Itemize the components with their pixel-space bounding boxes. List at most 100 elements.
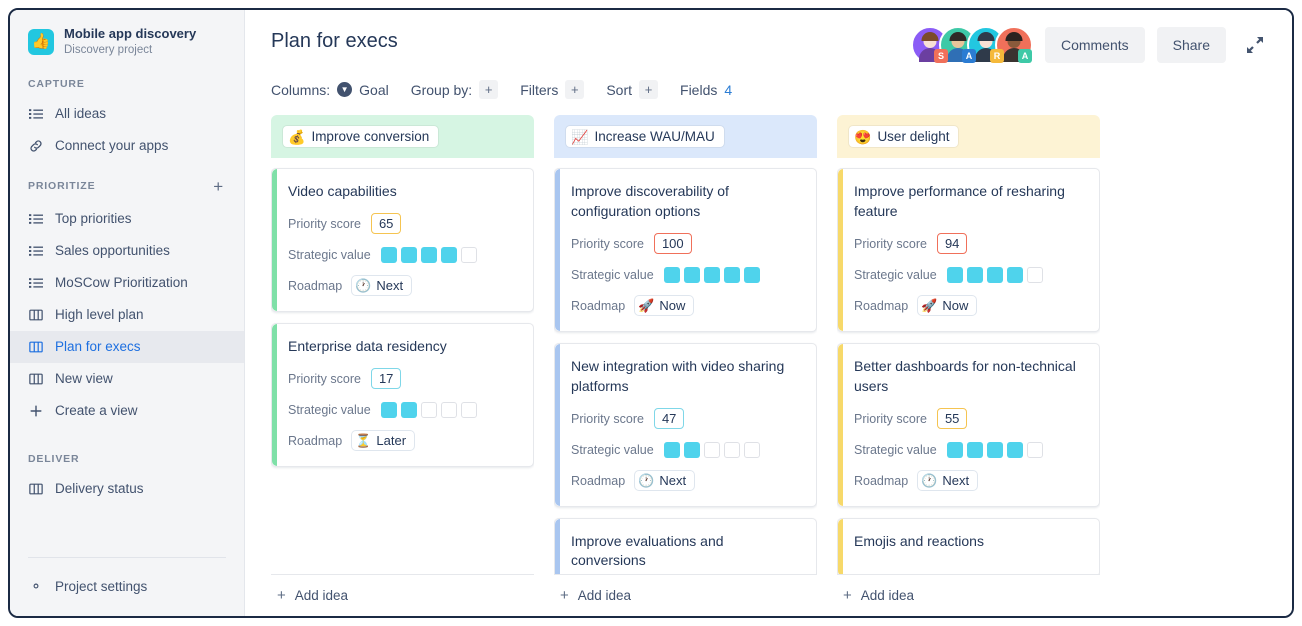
group-by-control[interactable]: Group by: + <box>411 80 498 99</box>
idea-card[interactable]: Better dashboards for non-technical user… <box>837 343 1100 507</box>
strategic-value-square[interactable] <box>947 442 963 458</box>
list-icon <box>28 276 43 290</box>
strategic-value-square[interactable] <box>1027 267 1043 283</box>
roadmap-emoji-icon: ⏳ <box>355 434 371 447</box>
strategic-value-square[interactable] <box>421 402 437 418</box>
strategic-value-scale[interactable] <box>947 267 1043 283</box>
priority-score-label: Priority score <box>854 237 927 251</box>
strategic-value-scale[interactable] <box>947 442 1043 458</box>
strategic-value-square[interactable] <box>401 402 417 418</box>
strategic-value-scale[interactable] <box>381 402 477 418</box>
strategic-value-scale[interactable] <box>381 247 477 263</box>
strategic-value-scale[interactable] <box>664 267 760 283</box>
strategic-value-square[interactable] <box>441 247 457 263</box>
sidebar-item-connect-your-apps[interactable]: Connect your apps <box>10 130 244 162</box>
strategic-value-square[interactable] <box>664 442 680 458</box>
sidebar-item-create-a-view[interactable]: Create a view <box>10 395 244 427</box>
strategic-value-square[interactable] <box>724 267 740 283</box>
idea-card[interactable]: Improve evaluations and conversions <box>554 518 817 575</box>
sidebar-item-high-level-plan[interactable]: High level plan <box>10 299 244 331</box>
strategic-value-square[interactable] <box>947 267 963 283</box>
strategic-value-square[interactable] <box>441 402 457 418</box>
idea-card[interactable]: Enterprise data residencyPriority score1… <box>271 323 534 467</box>
idea-card[interactable]: Improve discoverability of configuration… <box>554 168 817 332</box>
priority-score-value[interactable]: 94 <box>937 233 967 254</box>
roadmap-text: Now <box>659 298 685 313</box>
strategic-value-scale[interactable] <box>664 442 760 458</box>
strategic-value-square[interactable] <box>967 267 983 283</box>
roadmap-value[interactable]: 🕐Next <box>918 471 977 490</box>
sidebar-spacer <box>10 162 244 172</box>
group-by-add-icon[interactable]: + <box>479 80 498 99</box>
strategic-value-square[interactable] <box>987 442 1003 458</box>
sidebar-item-plan-for-execs[interactable]: Plan for execs <box>10 331 244 363</box>
priority-score-value[interactable]: 17 <box>371 368 401 389</box>
add-idea-button[interactable]: +Add idea <box>271 574 534 616</box>
strategic-value-square[interactable] <box>704 267 720 283</box>
avatar-group[interactable]: SARA <box>911 26 1033 64</box>
fields-control[interactable]: Fields 4 <box>680 82 732 98</box>
strategic-value-square[interactable] <box>381 402 397 418</box>
strategic-value-square[interactable] <box>461 247 477 263</box>
sort-add-icon[interactable]: + <box>639 80 658 99</box>
idea-card[interactable]: Video capabilitiesPriority score65Strate… <box>271 168 534 312</box>
priority-score-value[interactable]: 55 <box>937 408 967 429</box>
column-title-chip[interactable]: 📈Increase WAU/MAU <box>566 126 724 147</box>
strategic-value-square[interactable] <box>664 267 680 283</box>
add-idea-button[interactable]: +Add idea <box>837 574 1100 616</box>
comments-button[interactable]: Comments <box>1045 27 1145 63</box>
sidebar-item-top-priorities[interactable]: Top priorities <box>10 203 244 235</box>
column-header[interactable]: 📈Increase WAU/MAU <box>554 115 817 158</box>
column-title-chip[interactable]: 💰Improve conversion <box>283 126 438 147</box>
idea-card[interactable]: New integration with video sharing platf… <box>554 343 817 507</box>
priority-score-value[interactable]: 65 <box>371 213 401 234</box>
strategic-value-square[interactable] <box>744 442 760 458</box>
roadmap-value[interactable]: 🚀Now <box>635 296 693 315</box>
sidebar-item-delivery-status[interactable]: Delivery status <box>10 473 244 505</box>
strategic-value-square[interactable] <box>684 442 700 458</box>
priority-score-value[interactable]: 100 <box>654 233 692 254</box>
sidebar-item-new-view[interactable]: New view <box>10 363 244 395</box>
sidebar-item-moscow-prioritization[interactable]: MoSCow Prioritization <box>10 267 244 299</box>
priority-score-value[interactable]: 47 <box>654 408 684 429</box>
column-header[interactable]: 😍User delight <box>837 115 1100 158</box>
strategic-value-square[interactable] <box>987 267 1003 283</box>
filters-control[interactable]: Filters + <box>520 80 584 99</box>
strategic-value-square[interactable] <box>967 442 983 458</box>
sort-control[interactable]: Sort + <box>606 80 658 99</box>
expand-arrows-icon[interactable] <box>1238 30 1266 60</box>
roadmap-value[interactable]: 🕐 Next <box>352 276 411 295</box>
add-idea-button[interactable]: +Add idea <box>554 574 817 616</box>
roadmap-value[interactable]: ⏳Later <box>352 431 414 450</box>
strategic-value-square[interactable] <box>461 402 477 418</box>
strategic-value-square[interactable] <box>1007 442 1023 458</box>
filters-add-icon[interactable]: + <box>565 80 584 99</box>
project-header[interactable]: 👍 Mobile app discovery Discovery project <box>10 24 244 72</box>
idea-card[interactable]: Improve performance of resharing feature… <box>837 168 1100 332</box>
strategic-value-square[interactable] <box>744 267 760 283</box>
strategic-value-square[interactable] <box>1027 442 1043 458</box>
strategic-value-square[interactable] <box>1007 267 1023 283</box>
share-button[interactable]: Share <box>1157 27 1226 63</box>
strategic-value-square[interactable] <box>724 442 740 458</box>
column-header[interactable]: 💰Improve conversion <box>271 115 534 158</box>
roadmap-emoji-icon: 🕐 <box>921 474 937 487</box>
roadmap-value[interactable]: 🚀Now <box>918 296 976 315</box>
add-view-button[interactable]: + <box>213 178 226 195</box>
idea-card[interactable]: Emojis and reactions <box>837 518 1100 575</box>
roadmap-text: Next <box>376 278 403 293</box>
sidebar-item-all-ideas[interactable]: All ideas <box>10 98 244 130</box>
card-accent-bar <box>555 344 560 506</box>
sidebar-item-project-settings[interactable]: Project settings <box>10 570 244 602</box>
sidebar-item-sales-opportunities[interactable]: Sales opportunities <box>10 235 244 267</box>
strategic-value-square[interactable] <box>381 247 397 263</box>
column-title-chip[interactable]: 😍User delight <box>849 126 958 147</box>
strategic-value-square[interactable] <box>684 267 700 283</box>
columns-control[interactable]: Columns: ▼ Goal <box>271 82 389 98</box>
roadmap-row: Roadmap🚀Now <box>854 295 1085 317</box>
roadmap-value[interactable]: 🕐Next <box>635 471 694 490</box>
roadmap-emoji-icon: 🕐 <box>355 279 371 292</box>
strategic-value-square[interactable] <box>704 442 720 458</box>
strategic-value-square[interactable] <box>401 247 417 263</box>
strategic-value-square[interactable] <box>421 247 437 263</box>
